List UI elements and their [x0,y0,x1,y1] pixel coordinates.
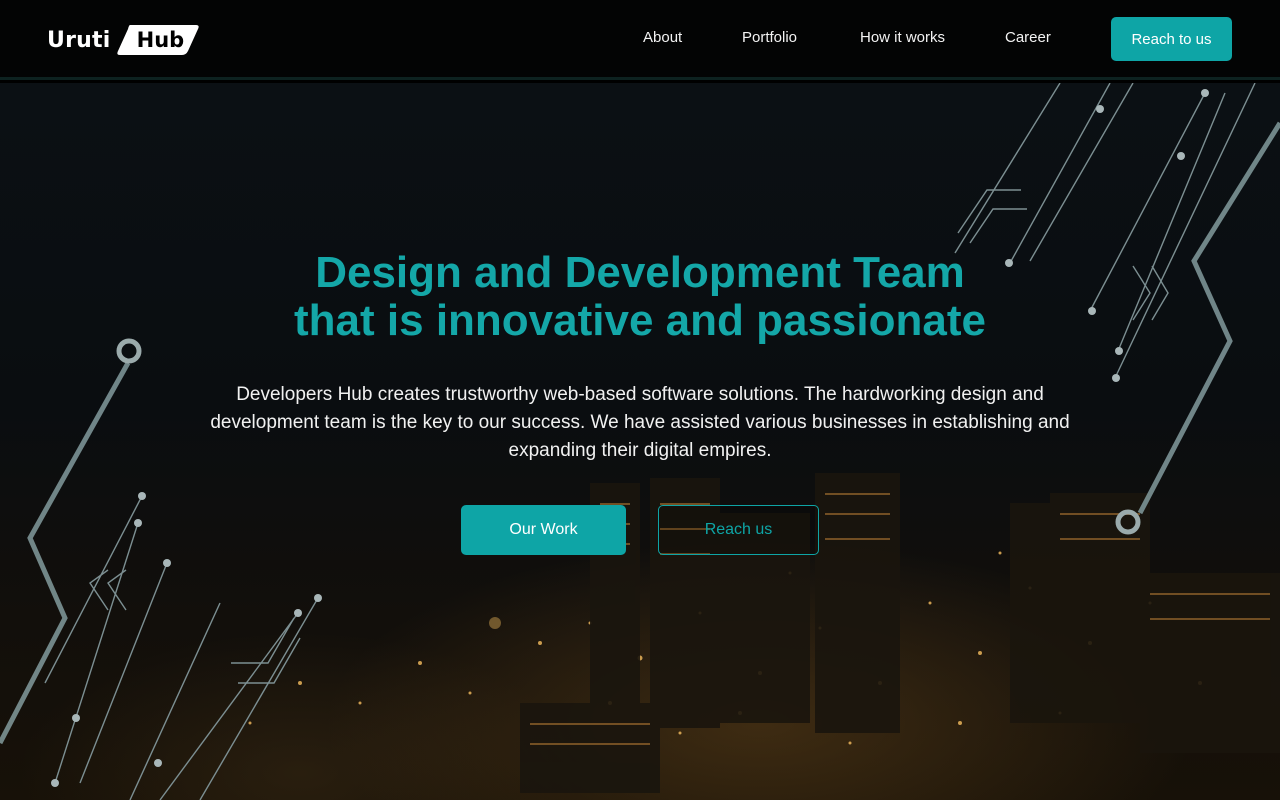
nav-link-career[interactable]: Career [1005,29,1051,46]
hero-description: Developers Hub creates trustworthy web-b… [210,384,1070,461]
logo-badge: Hub [116,24,200,56]
nav-link-how-it-works[interactable]: How it works [860,29,945,46]
logo-word: Uruti [47,27,111,53]
logo-badge-text: Hub [136,28,185,52]
left-thick-circuit [0,361,131,745]
our-work-button[interactable]: Our Work [461,505,626,555]
nav-link-about[interactable]: About [643,29,682,46]
reach-us-button[interactable]: Reach us [658,505,819,555]
hero-section: Design and Development Team that is inno… [0,83,1280,800]
nav-link-portfolio[interactable]: Portfolio [742,29,797,46]
reach-to-us-button[interactable]: Reach to us [1111,17,1232,61]
hero-headline-line1: Design and Development Team [315,248,965,297]
left-circuit-lines [44,495,319,800]
uruti-hub-logo[interactable]: Uruti Hub [47,23,200,57]
top-navbar: Uruti Hub About Portfolio How it works C… [0,0,1280,80]
hero-headline-line2: that is innovative and passionate [294,296,986,345]
